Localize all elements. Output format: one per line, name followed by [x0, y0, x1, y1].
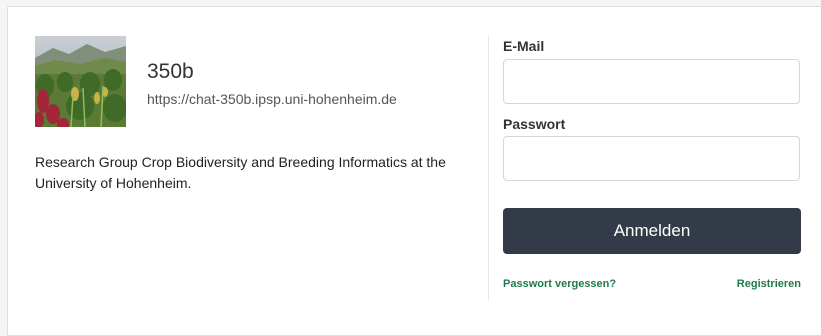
- email-label: E-Mail: [503, 38, 545, 54]
- login-button[interactable]: Anmelden: [503, 208, 801, 254]
- divider: [488, 35, 489, 301]
- forgot-password-link[interactable]: Passwort vergessen?: [503, 278, 616, 290]
- crop-field-photo-icon: [35, 36, 126, 127]
- server-description: Research Group Crop Biodiversity and Bre…: [35, 154, 446, 191]
- email-field[interactable]: [503, 59, 800, 104]
- server-name: 350b: [147, 60, 194, 83]
- register-link[interactable]: Registrieren: [737, 278, 801, 290]
- server-url: https://chat-350b.ipsp.uni-hohenheim.de: [147, 91, 397, 107]
- login-card: 350b https://chat-350b.ipsp.uni-hohenhei…: [7, 6, 821, 336]
- server-image: [35, 36, 126, 127]
- password-label: Passwort: [503, 116, 566, 132]
- password-field[interactable]: [503, 136, 800, 181]
